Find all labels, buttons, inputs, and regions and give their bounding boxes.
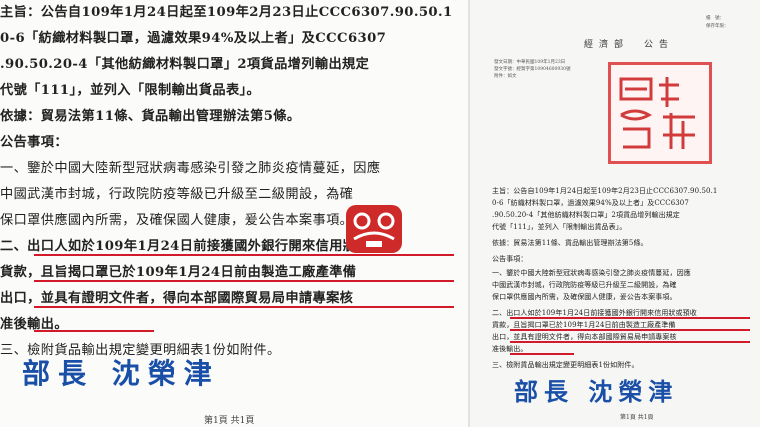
minister-signature: 部長 沈榮津 xyxy=(514,377,679,406)
highlight-underline xyxy=(510,341,750,343)
highlight-underline xyxy=(34,306,454,308)
retention-label: 保存年限： xyxy=(706,24,729,29)
doc-line-item2-2: 貨款，且旨揭口罩已於109年1月24日前由製造工廠產準備 xyxy=(0,265,357,280)
meta-date: 發文日期：中華民國109年1月23日 xyxy=(494,60,566,65)
highlight-underline xyxy=(510,329,750,331)
minister-signature: 部長 沈榮津 xyxy=(22,357,220,390)
highlight-underline xyxy=(510,353,574,355)
meta-attachment: 附件：如文 xyxy=(494,74,517,79)
doc-line-subject-4: 代號「111」，並列入「限制輸出貨品表」。 xyxy=(492,223,627,231)
doc-line-item2-4: 准後輸出。 xyxy=(0,317,68,332)
right-document-page: 檔 號： 保存年限： 經濟部 公告 發文日期：中華民國109年1月23日 發文字… xyxy=(470,0,760,427)
highlight-underline xyxy=(34,330,154,332)
watermark-logo-icon xyxy=(342,199,406,257)
doc-line-basis: 依據：貿易法第11條、貨品輸出管理辦法第5條。 xyxy=(492,239,648,247)
page-number: 第1頁 共1頁 xyxy=(204,416,255,426)
highlight-underline xyxy=(34,280,454,282)
official-seal-icon xyxy=(608,62,712,164)
doc-line-subject-4: 代號「111」，並列入「限制輸出貨品表」。 xyxy=(0,83,261,98)
doc-line-subject-3: .90.50.20-4「其他紡織材料製口罩」2項貨品增列輸出規定 xyxy=(0,57,370,72)
doc-line-basis: 依據：貿易法第11條、貨品輸出管理辦法第5條。 xyxy=(0,109,301,124)
doc-line-items-heading: 公告事項： xyxy=(492,255,528,263)
doc-line-item1-1: 一、鑒於中國大陸新型冠狀病毒感染引發之肺炎疫情蔓延，因應 xyxy=(492,269,691,277)
meta-number: 發文字號：經貿字第10904600930號 xyxy=(494,67,571,72)
highlight-underline xyxy=(510,317,750,319)
doc-line-item1-1: 一、鑒於中國大陸新型冠狀病毒感染引發之肺炎疫情蔓延，因應 xyxy=(0,161,381,176)
doc-line-subject-1: 主旨：公告自109年1月24日起至109年2月23日止CCC6307.90.50… xyxy=(492,187,718,195)
doc-line-item2-3: 出口，並具有證明文件者，得向本部國際貿易局申請專案核 xyxy=(0,291,354,306)
doc-line-item1-2: 中國武漢市封城，行政院防疫等級已升級至二級開設，為確 xyxy=(0,187,354,202)
doc-line-subject-2: 0-6「紡織材料製口罩，過濾效果94%及以上者」及CCC6307 xyxy=(492,199,689,207)
doc-line-items-heading: 公告事項： xyxy=(0,135,68,150)
doc-line-subject-2: 0-6「紡織材料製口罩，過濾效果94%及以上者」及CCC6307 xyxy=(0,31,387,46)
doc-line-item1-3: 保口罩供應國內所需，及確保國人健康，爰公告本案事項。 xyxy=(492,293,677,301)
doc-line-item3: 三、檢附貨品輸出規定變更明細表1份如附件。 xyxy=(492,361,639,369)
doc-line-item1-2: 中國武漢市封城，行政院防疫等級已升級至二級開設，為確 xyxy=(492,281,677,289)
page-number: 第1頁 共1頁 xyxy=(620,414,654,421)
doc-line-subject-3: .90.50.20-4「其他紡織材料製口罩」2項貨品增列輸出規定 xyxy=(492,211,680,219)
file-number-label: 檔 號： xyxy=(706,16,724,21)
doc-line-item2-1: 二、出口人如於109年1月24日前接獲國外銀行開來信用狀或預收 xyxy=(0,239,398,254)
announcement-title: 經濟部 公告 xyxy=(584,40,675,50)
doc-line-subject-1: 主旨：公告自109年1月24日起至109年2月23日止CCC6307.90.50… xyxy=(0,5,453,20)
doc-line-item1-3: 保口罩供應國內所需，及確保國人健康，爰公告本案事項。 xyxy=(0,213,354,228)
